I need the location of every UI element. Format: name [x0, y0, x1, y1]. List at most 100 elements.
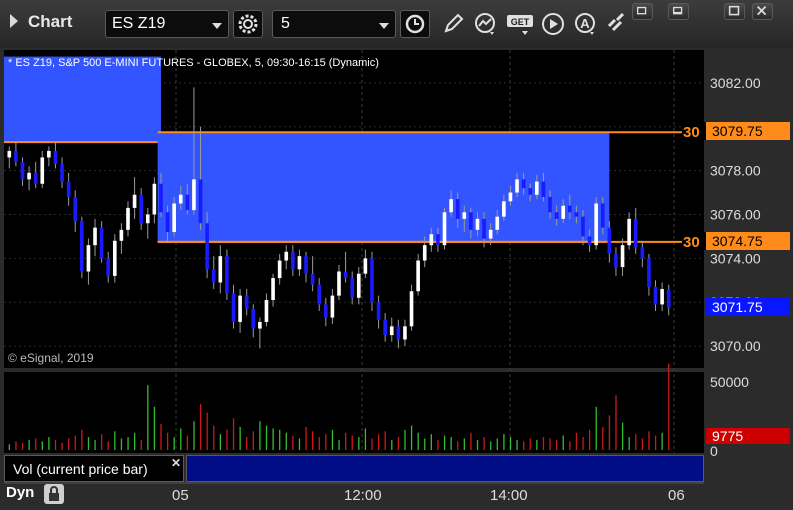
candle-body: [587, 236, 592, 246]
volume-bar: [153, 406, 156, 450]
copyright-text: © eSignal, 2019: [8, 351, 94, 365]
volume-bar: [48, 437, 50, 450]
chart-area[interactable]: 3082.003080.003078.003076.003074.003072.…: [0, 48, 793, 510]
candle-body: [508, 192, 513, 202]
lock-button[interactable]: [44, 484, 64, 504]
candle-body: [60, 164, 64, 182]
candle-body: [284, 251, 289, 261]
candle-body: [548, 196, 552, 213]
price-tick-label: 3076.00: [710, 206, 761, 222]
volume-bar: [226, 429, 228, 450]
candle-body: [633, 218, 638, 248]
candle-body: [152, 183, 157, 215]
time-tick-05: 05: [172, 487, 189, 504]
candle-body: [403, 326, 407, 340]
volume-bar: [81, 429, 83, 450]
price-tick-label: 3082.00: [710, 75, 761, 91]
volume-bar: [457, 441, 459, 450]
volume-bar: [127, 437, 129, 450]
candle-body: [482, 218, 486, 239]
volume-bar: [147, 385, 149, 450]
candle-body: [185, 194, 190, 211]
candle-body: [330, 295, 335, 318]
symbol-input[interactable]: ES Z19: [105, 10, 229, 38]
volume-bar: [542, 437, 545, 450]
candle-body: [535, 181, 539, 195]
alert-icon[interactable]: A: [572, 11, 598, 37]
mode-label[interactable]: Dyn: [6, 484, 34, 501]
volume-bar: [483, 437, 485, 450]
volume-bar: [450, 437, 452, 450]
volume-study-label[interactable]: Vol (current price bar): [4, 455, 184, 482]
volume-bar: [654, 435, 657, 450]
candle-body: [211, 269, 216, 283]
volume-bar: [133, 432, 136, 450]
candle-body: [396, 326, 401, 340]
interval-input[interactable]: 5: [272, 10, 396, 38]
link-icon[interactable]: [604, 11, 630, 37]
candle-body: [666, 289, 671, 308]
close-icon[interactable]: ✕: [171, 456, 181, 470]
candle-body: [607, 227, 612, 254]
get-label: GET: [511, 17, 530, 27]
chevron-down-icon[interactable]: [212, 23, 222, 29]
close-button[interactable]: [752, 3, 773, 20]
clock-icon: [405, 14, 425, 34]
volume-bar: [68, 438, 70, 450]
maximize-button[interactable]: [724, 3, 745, 20]
candle-body: [567, 205, 572, 213]
volume-bar: [213, 425, 215, 450]
study-panel-bar[interactable]: [186, 455, 704, 482]
volume-bar: [94, 439, 96, 450]
candle-body: [653, 286, 658, 305]
pencil-icon[interactable]: [440, 11, 466, 37]
volume-bar: [41, 441, 43, 450]
chart-info-text: * ES Z19, S&P 500 E-MINI FUTURES - GLOBE…: [8, 57, 379, 69]
volume-bar: [529, 438, 531, 450]
volume-current-label: 9775: [712, 428, 743, 444]
restore-button[interactable]: [632, 3, 653, 20]
interval-value: 5: [281, 15, 290, 32]
volume-bar: [285, 432, 287, 450]
price-chart[interactable]: 3082.003080.003078.003076.003074.003072.…: [0, 48, 793, 510]
volume-bar: [470, 432, 472, 450]
candle-body: [502, 201, 506, 217]
gear-icon: [238, 14, 258, 34]
volume-bar: [219, 434, 222, 450]
candle-body: [350, 278, 355, 298]
settings-button[interactable]: [233, 10, 263, 38]
candle-body: [126, 207, 130, 230]
candle-body: [337, 271, 341, 296]
volume-bar: [397, 437, 400, 450]
close-icon: [757, 6, 767, 16]
candle-body: [541, 181, 546, 197]
play-icon[interactable]: [540, 11, 566, 37]
candle-body: [218, 256, 223, 283]
candle-body: [251, 308, 256, 329]
chevron-down-icon[interactable]: [379, 23, 389, 29]
candle-body: [66, 181, 71, 197]
volume-bar: [35, 438, 37, 450]
volume-bar: [173, 437, 175, 450]
study-icon[interactable]: [472, 11, 498, 37]
volume-bar: [443, 435, 446, 450]
window-drag-icon[interactable]: [8, 14, 20, 28]
volume-bar: [259, 421, 261, 450]
minimize-button[interactable]: [668, 3, 689, 20]
volume-bar: [305, 426, 307, 450]
time-button[interactable]: [400, 10, 430, 38]
price-tick-label: 3074.00: [710, 250, 761, 266]
volume-bar: [15, 441, 17, 450]
volume-bar: [628, 437, 630, 450]
candle-body: [442, 212, 447, 246]
volume-study-title: Vol (current price bar): [13, 461, 148, 477]
get-icon[interactable]: GET: [506, 11, 536, 37]
candle-body: [47, 150, 51, 158]
volume-bar: [193, 421, 195, 450]
candle-body: [264, 300, 269, 322]
candle-body: [429, 234, 434, 246]
volume-bar: [602, 426, 604, 450]
volume-tick-50000: 50000: [710, 374, 749, 390]
candle-body: [132, 194, 137, 208]
candle-body: [99, 227, 104, 259]
